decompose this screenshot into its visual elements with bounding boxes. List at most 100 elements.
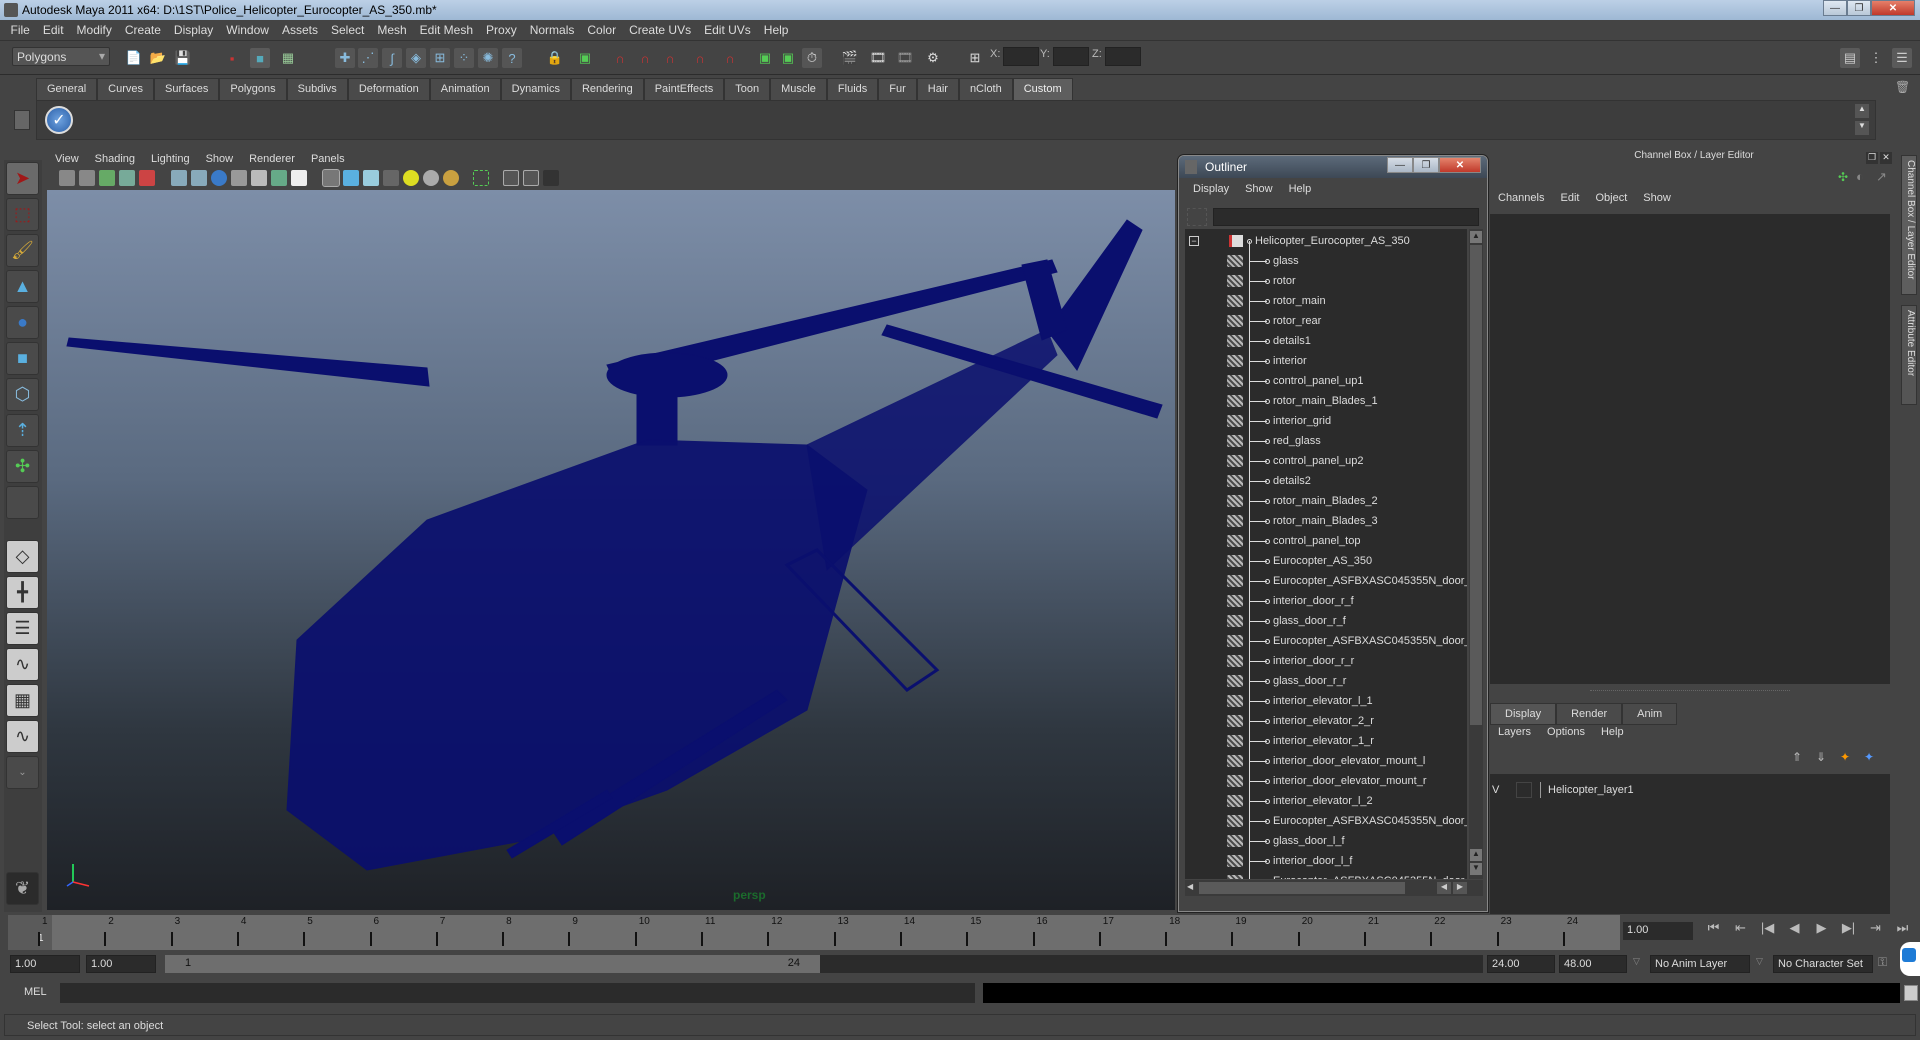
auto-key-icon[interactable]: ⚿ xyxy=(1878,955,1887,970)
smooth-shading-icon[interactable] xyxy=(343,170,359,186)
gate-mask-icon[interactable] xyxy=(231,170,247,186)
tree-item-row[interactable]: Eurocopter_ASFBXASC045355N_door_ xyxy=(1185,631,1467,651)
layout-more-icon[interactable]: ⌄ xyxy=(6,756,39,789)
panel-menu-lighting[interactable]: Lighting xyxy=(143,153,198,165)
step-forward-frame-button[interactable]: ▶| xyxy=(1835,920,1862,942)
hypershade-persp-layout-icon[interactable]: ▦ xyxy=(6,684,39,717)
tree-item-row[interactable]: details1 xyxy=(1185,331,1467,351)
tree-item-row[interactable]: control_panel_up1 xyxy=(1185,371,1467,391)
manipulator-axes-icon[interactable]: ✣ xyxy=(1838,170,1848,184)
save-scene-icon[interactable]: 💾 xyxy=(173,48,193,68)
snap-point-icon[interactable]: ∫ xyxy=(382,48,402,68)
close-panel-icon[interactable]: ✕ xyxy=(1880,152,1892,164)
menu-proxy[interactable]: Proxy xyxy=(480,23,524,37)
open-scene-icon[interactable]: 📂 xyxy=(148,48,168,68)
tree-item-row[interactable]: details2 xyxy=(1185,471,1467,491)
use-all-lights-icon[interactable] xyxy=(403,170,419,186)
menu-assets[interactable]: Assets xyxy=(275,23,324,37)
shelf-tab-animation[interactable]: Animation xyxy=(429,78,501,100)
menu-display[interactable]: Display xyxy=(167,23,219,37)
scroll-down-arrow-icon[interactable]: ▼ xyxy=(1470,863,1482,875)
scroll-left-arrow-icon[interactable]: ◀ xyxy=(1187,882,1197,894)
tree-item-row[interactable]: interior_door_elevator_mount_r xyxy=(1185,771,1467,791)
anim-layer-field[interactable]: No Anim Layer xyxy=(1650,955,1750,973)
bookmark-icon[interactable] xyxy=(99,170,115,186)
play-backward-button[interactable]: ◀ xyxy=(1781,920,1808,942)
menu-normals[interactable]: Normals xyxy=(523,23,581,37)
select-tool-icon[interactable]: ➤ xyxy=(6,162,39,195)
camera-attributes-icon[interactable] xyxy=(79,170,95,186)
layer-tab-render[interactable]: Render xyxy=(1556,703,1623,725)
character-set-field[interactable]: No Character Set xyxy=(1773,955,1873,973)
ipr-render-icon[interactable]: 🎞 xyxy=(895,48,915,68)
tree-item-row[interactable]: control_panel_top xyxy=(1185,531,1467,551)
transform-input-icon[interactable]: ⊞ xyxy=(965,48,985,68)
close-button[interactable]: ✕ xyxy=(1871,0,1915,16)
snap-plane-icon[interactable]: ◈ xyxy=(406,48,426,68)
shelf-tab-deformation[interactable]: Deformation xyxy=(347,78,430,100)
scroll-up-arrow-icon[interactable]: ▲ xyxy=(1470,849,1482,861)
snap-magnet-live-icon[interactable]: ∩ xyxy=(720,48,740,68)
snap-magnet-icon[interactable]: ∩ xyxy=(610,48,630,68)
shelf-tab-dynamics[interactable]: Dynamics xyxy=(500,78,571,100)
x-field[interactable] xyxy=(1003,47,1039,66)
speed-toggle-icon[interactable]: ◐ xyxy=(1856,169,1864,184)
tree-item-row[interactable]: interior_elevator_l_1 xyxy=(1185,691,1467,711)
show-manipulator-icon[interactable]: ✣ xyxy=(6,450,39,483)
tree-item-row[interactable]: control_panel_up2 xyxy=(1185,451,1467,471)
create-layer-from-selected-icon[interactable]: ✦ xyxy=(1864,750,1874,764)
persp-outliner-graph-layout-icon[interactable]: ∿ xyxy=(6,720,39,753)
2d-pan-zoom-icon[interactable] xyxy=(139,170,155,186)
cb-menu-channels[interactable]: Channels xyxy=(1490,192,1552,204)
wireframe-shading-icon[interactable] xyxy=(322,169,340,187)
outliner-scroll-thumb[interactable] xyxy=(1470,245,1482,725)
shelf-tab-fur[interactable]: Fur xyxy=(878,78,917,100)
panel-menu-show[interactable]: Show xyxy=(198,153,242,165)
input-ops-icon[interactable]: ▣ xyxy=(755,48,775,68)
menu-modify[interactable]: Modify xyxy=(70,23,118,37)
grid-toggle-icon[interactable] xyxy=(171,170,187,186)
custom-shelf-check-icon[interactable]: ✓ xyxy=(45,106,73,134)
soft-modification-icon[interactable]: ⇡ xyxy=(6,414,39,447)
playback-start-field[interactable]: 1.00 xyxy=(86,955,156,973)
shelf-tab-painteffects[interactable]: PaintEffects xyxy=(643,78,725,100)
shelf-tab-custom[interactable]: Custom xyxy=(1012,78,1073,100)
scroll-right-arrow-icon[interactable]: ▶ xyxy=(1453,882,1467,894)
shelf-tab-fluids[interactable]: Fluids xyxy=(826,78,879,100)
outliner-minimize-button[interactable]: — xyxy=(1387,157,1413,173)
layer-menu-options[interactable]: Options xyxy=(1539,726,1593,738)
channel-box-toggle-icon[interactable]: ☰ xyxy=(1892,48,1912,68)
anim-layer-dropdown-arrow-icon[interactable]: ▽ xyxy=(1633,956,1640,967)
menu-set-dropdown[interactable]: Polygons xyxy=(12,47,110,66)
field-chart-icon[interactable] xyxy=(251,170,267,186)
safe-action-icon[interactable] xyxy=(271,170,287,186)
maximize-button[interactable]: ❐ xyxy=(1847,0,1871,16)
image-plane-icon[interactable] xyxy=(119,170,135,186)
shelf-tab-surfaces[interactable]: Surfaces xyxy=(153,78,220,100)
tree-item-row[interactable]: interior_grid xyxy=(1185,411,1467,431)
menu-create-uvs[interactable]: Create UVs xyxy=(623,23,698,37)
menu-help[interactable]: Help xyxy=(757,23,795,37)
tool-settings-toggle-icon[interactable]: ⋮ xyxy=(1866,48,1886,68)
last-tool-slot[interactable] xyxy=(6,486,39,519)
wireframe-on-shaded-icon[interactable] xyxy=(363,170,379,186)
layer-menu-help[interactable]: Help xyxy=(1593,726,1632,738)
render-frame-icon[interactable]: 🎞 xyxy=(868,48,888,68)
tree-item-row[interactable]: rotor_rear xyxy=(1185,311,1467,331)
single-perspective-layout-icon[interactable]: ◇ xyxy=(6,540,39,573)
snap-magnet-plane-icon[interactable]: ∩ xyxy=(690,48,710,68)
textured-icon[interactable] xyxy=(383,170,399,186)
panel-menu-view[interactable]: View xyxy=(47,153,87,165)
shelf-tab-toon[interactable]: Toon xyxy=(724,78,771,100)
shelf-tab-muscle[interactable]: Muscle xyxy=(770,78,827,100)
go-to-end-button[interactable]: ⏭ xyxy=(1889,920,1916,942)
resolution-gate-icon[interactable] xyxy=(211,170,227,186)
outliner-filter-icon[interactable] xyxy=(1187,208,1207,226)
rotate-tool-icon[interactable]: ● xyxy=(6,306,39,339)
teamviewer-icon[interactable] xyxy=(1900,942,1920,976)
animation-end-field[interactable]: 48.00 xyxy=(1559,955,1627,973)
step-back-frame-button[interactable]: |◀ xyxy=(1754,920,1781,942)
time-slider[interactable]: 1 1 2 3 4 5 6 7 8 9 10 11 12 13 14 15 16 17 18 19 20 21 22 23 2… xyxy=(8,915,1620,950)
shelf-tab-curves[interactable]: Curves xyxy=(97,78,154,100)
safe-title-icon[interactable] xyxy=(291,170,307,186)
